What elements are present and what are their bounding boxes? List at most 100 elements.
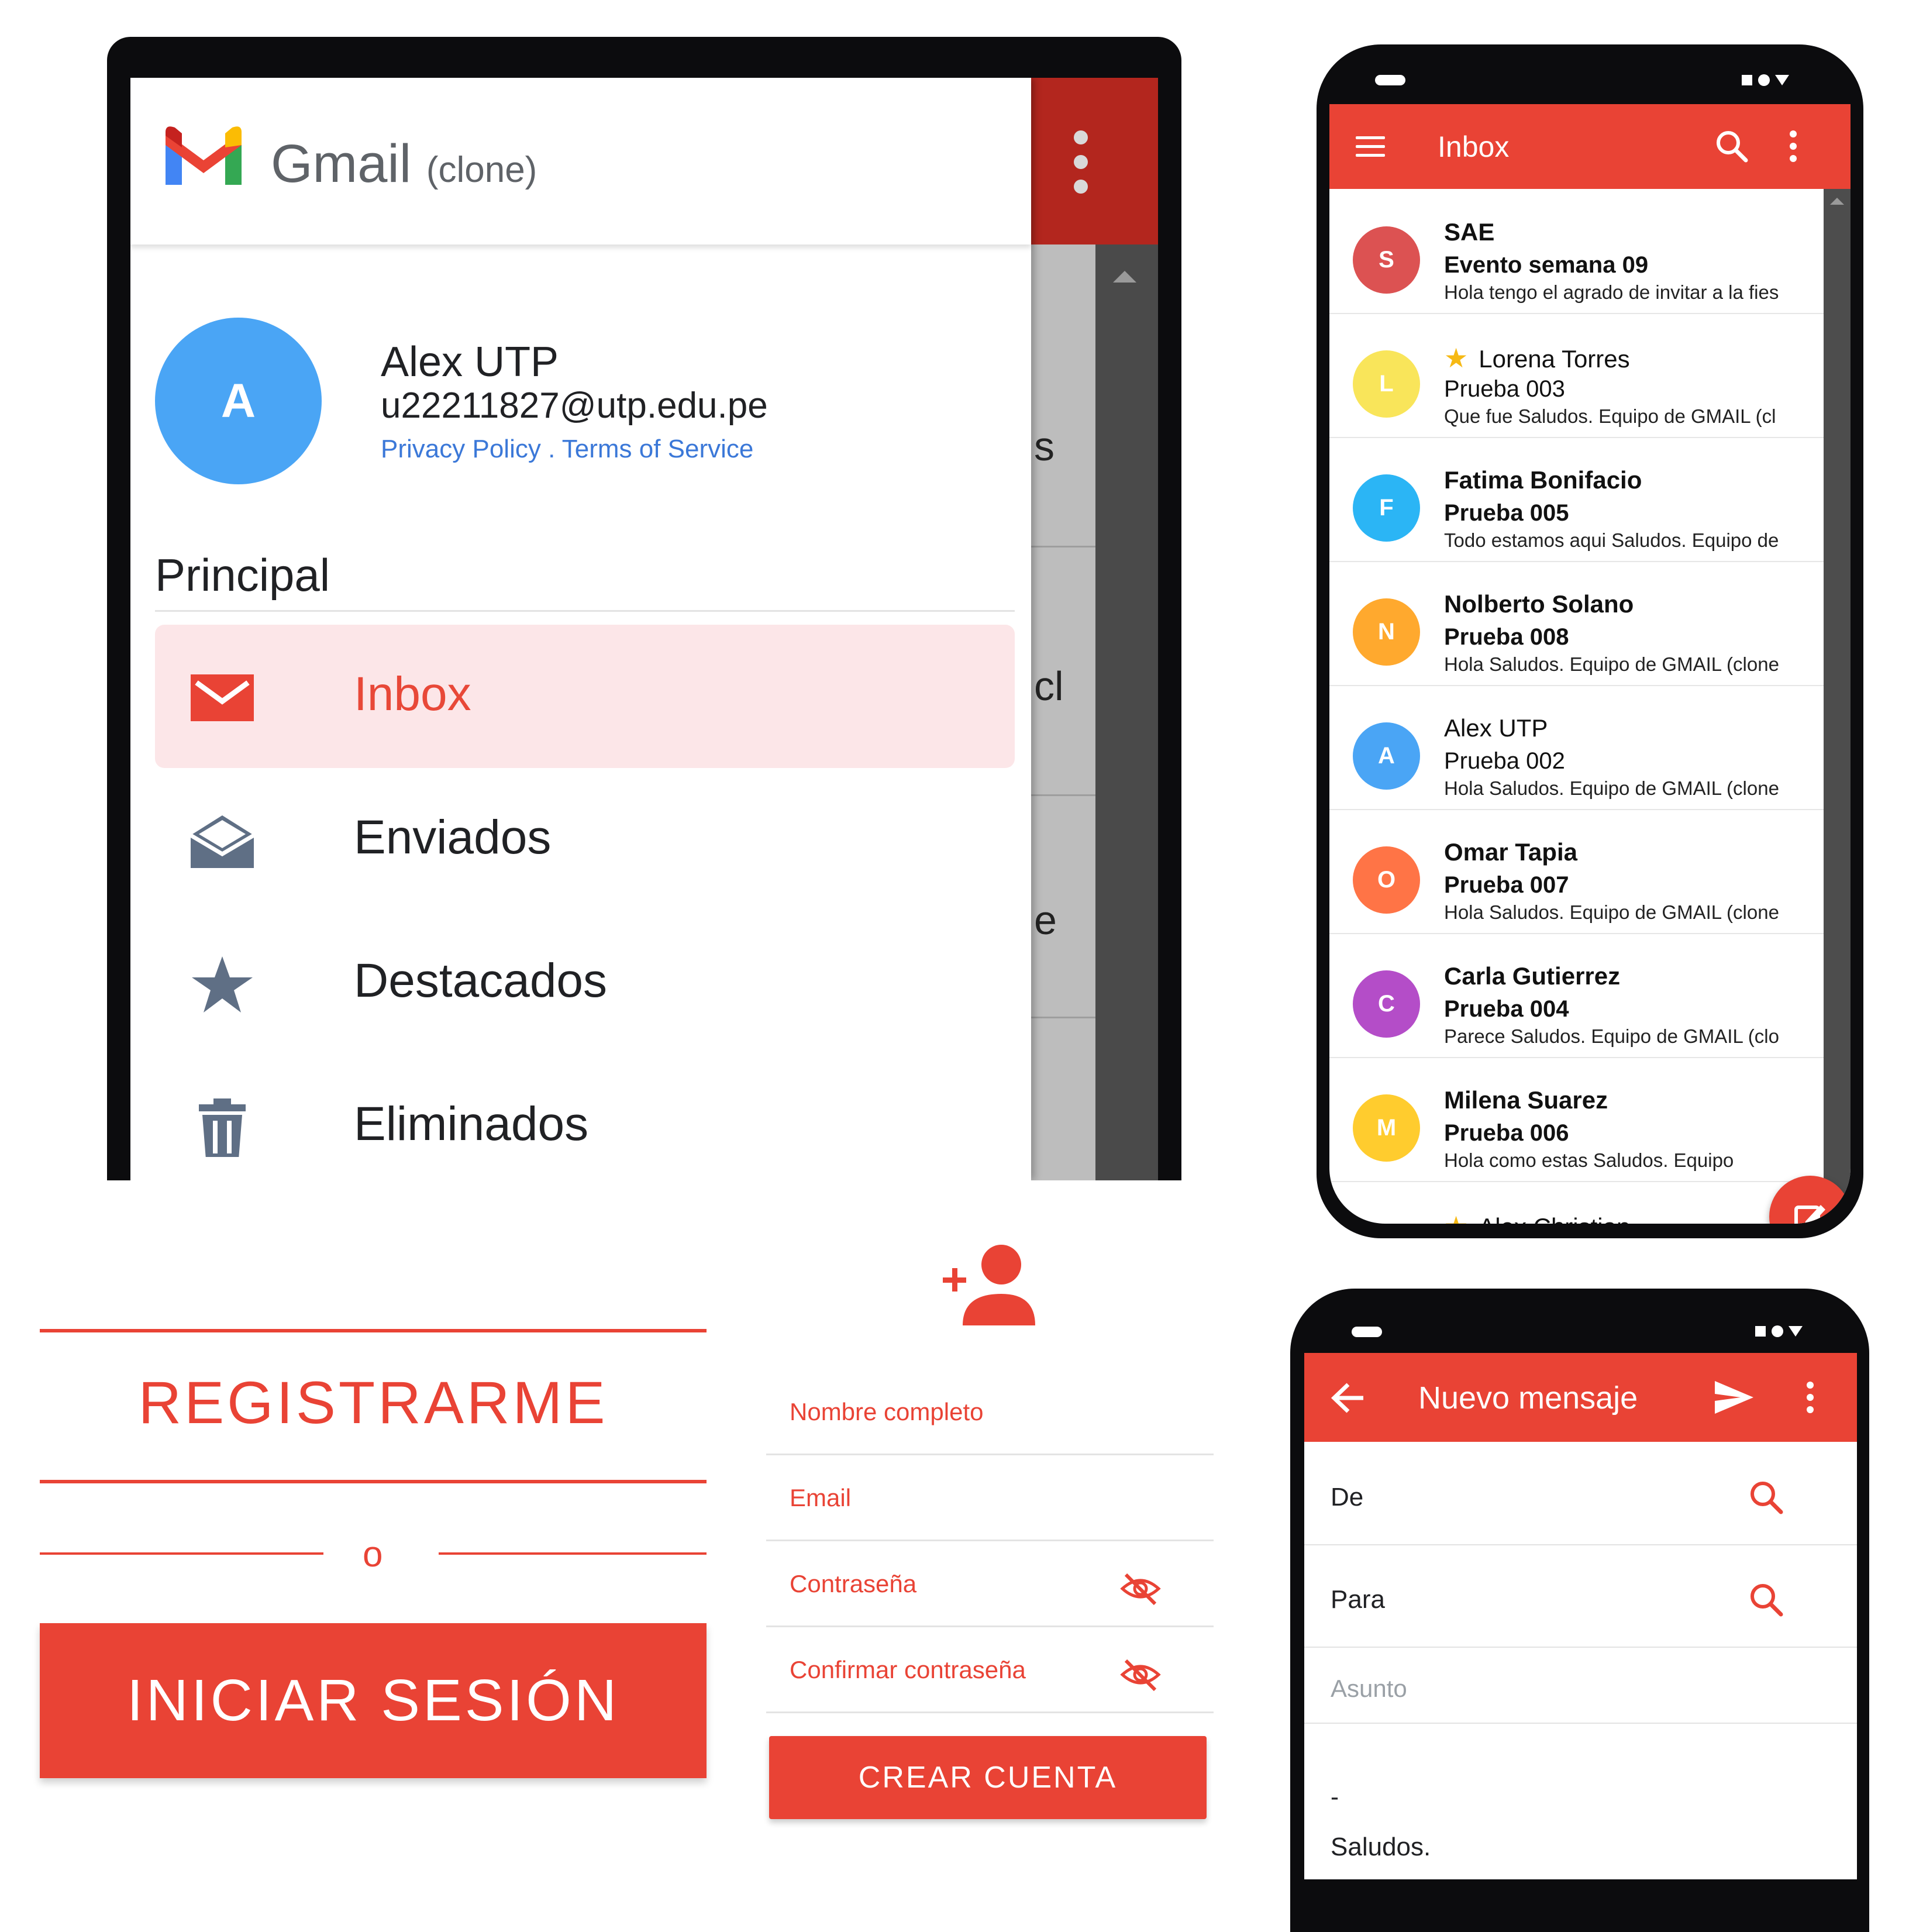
- preview: Hola como estas Saludos. Equipo: [1444, 1149, 1734, 1171]
- background-list: [1031, 244, 1095, 1180]
- subject-placeholder: Asunto: [1331, 1675, 1407, 1702]
- page-title: Nuevo mensaje: [1418, 1380, 1638, 1416]
- link-separator: .: [540, 435, 562, 463]
- inbox-screen: Inbox S SAE Evento semana 09 Hola tengo el …: [1329, 104, 1851, 1224]
- signal-icon: [1775, 75, 1789, 85]
- subject-input[interactable]: Asunto: [1304, 1647, 1857, 1724]
- list-item[interactable]: O Omar Tapia Prueba 007 Hola Saludos. Equip…: [1329, 809, 1824, 934]
- list-item[interactable]: F Fatima Bonifacio Prueba 005 Todo estamos …: [1329, 437, 1824, 562]
- background-divider: [1031, 1017, 1095, 1018]
- back-arrow-icon[interactable]: [1331, 1382, 1366, 1414]
- sender-label: Alex UTP: [1444, 714, 1548, 742]
- sender-label: Omar Tapia: [1444, 838, 1577, 866]
- sender-name: Alex UTP: [1444, 714, 1548, 742]
- avatar: N: [1353, 598, 1420, 666]
- subject: Prueba 004: [1444, 996, 1569, 1022]
- sender-name: Omar Tapia: [1444, 838, 1577, 866]
- avatar[interactable]: A: [155, 318, 322, 484]
- background-divider: [1031, 794, 1095, 796]
- edit-icon: [1794, 1205, 1825, 1224]
- search-icon[interactable]: [1714, 129, 1749, 164]
- star-icon[interactable]: ★: [1444, 1211, 1468, 1224]
- email-field[interactable]: Email: [766, 1455, 1214, 1541]
- search-icon[interactable]: [1749, 1480, 1784, 1515]
- menu-icon[interactable]: [1356, 136, 1385, 160]
- preview: Que fue Saludos. Equipo de GMAIL (cl: [1444, 405, 1776, 427]
- confirm-password-field[interactable]: Confirmar contraseña: [766, 1627, 1214, 1713]
- nav-item-inbox[interactable]: Inbox: [155, 625, 1015, 768]
- terms-of-service-link[interactable]: Terms of Service: [562, 435, 754, 463]
- subject: Evento semana 09: [1444, 252, 1649, 278]
- from-field[interactable]: De: [1304, 1442, 1857, 1545]
- scroll-up-arrow-icon[interactable]: [1113, 271, 1136, 283]
- nav-item-eliminados[interactable]: Eliminados: [155, 1055, 1015, 1180]
- to-field[interactable]: Para: [1304, 1544, 1857, 1648]
- field-label: Contraseña: [790, 1570, 917, 1597]
- preview: Todo estamos aqui Saludos. Equipo de: [1444, 529, 1779, 551]
- login-button[interactable]: INICIAR SESIÓN: [40, 1623, 707, 1778]
- section-title: Principal: [155, 549, 330, 601]
- register-top-border: [40, 1329, 707, 1332]
- sender-label: Lorena Torres: [1479, 345, 1630, 373]
- search-icon[interactable]: [1749, 1582, 1784, 1617]
- nav-item-destacados[interactable]: Destacados: [155, 911, 1015, 1055]
- status-icon: [1742, 75, 1752, 85]
- register-bottom-border: [40, 1480, 707, 1483]
- scrollbar[interactable]: [1095, 244, 1158, 1180]
- list-item[interactable]: M Milena Suarez Prueba 006 Hola como estas …: [1329, 1057, 1824, 1182]
- subject: Prueba 003: [1444, 376, 1565, 402]
- sender-label: Carla Gutierrez: [1444, 962, 1621, 990]
- subject: Prueba 005: [1444, 500, 1569, 526]
- sender-name: ★ Lorena Torres: [1444, 342, 1630, 374]
- avatar: L: [1353, 350, 1420, 418]
- camera-pill: [1375, 75, 1405, 85]
- preview: Hola Saludos. Equipo de GMAIL (clone: [1444, 777, 1779, 799]
- navigation-drawer: Gmail (clone) A Alex UTP u22211827@utp.e…: [130, 78, 1031, 1180]
- field-label: Email: [790, 1484, 852, 1511]
- camera-pill: [1352, 1327, 1382, 1337]
- privacy-policy-link[interactable]: Privacy Policy: [381, 435, 541, 463]
- page-title: Inbox: [1438, 130, 1510, 163]
- register-button[interactable]: REGISTRARME: [40, 1369, 707, 1437]
- divider-left: [40, 1552, 323, 1555]
- subject: Prueba 006: [1444, 1120, 1569, 1146]
- list-item[interactable]: ★ Alex Christian: [1329, 1181, 1824, 1224]
- avatar: C: [1353, 970, 1420, 1038]
- scroll-up-arrow-icon[interactable]: [1830, 198, 1844, 205]
- or-separator: o: [363, 1534, 383, 1575]
- signal-icon: [1789, 1326, 1803, 1337]
- sender-label: Fatima Bonifacio: [1444, 466, 1642, 494]
- app-title: Gmail (clone): [271, 133, 537, 195]
- scrollbar[interactable]: [1824, 189, 1851, 1224]
- app-name: Gmail: [271, 134, 412, 194]
- list-item[interactable]: C Carla Gutierrez Prueba 004 Parece Saludos…: [1329, 933, 1824, 1058]
- password-field[interactable]: Contraseña: [766, 1541, 1214, 1627]
- drawer-phone-frame: s cl e Gmail (clone) A Alex UTP u2221182…: [107, 37, 1181, 1180]
- fullname-field[interactable]: Nombre completo: [766, 1369, 1214, 1455]
- visibility-off-icon[interactable]: [1120, 1657, 1161, 1692]
- sender-name: Carla Gutierrez: [1444, 962, 1620, 990]
- more-vert-icon[interactable]: [1801, 1380, 1819, 1415]
- section-divider: [155, 610, 1015, 612]
- mail-icon: [191, 674, 254, 721]
- list-item[interactable]: A Alex UTP Prueba 002 Hola Saludos. Equipo …: [1329, 685, 1824, 810]
- create-account-button[interactable]: CREAR CUENTA: [769, 1736, 1207, 1819]
- body-text-line[interactable]: -: [1331, 1783, 1339, 1811]
- more-vert-icon[interactable]: [1784, 129, 1802, 164]
- sender-label: Nolberto Solano: [1444, 590, 1634, 618]
- more-vert-icon[interactable]: [1072, 130, 1090, 195]
- body-text-line[interactable]: Saludos.: [1331, 1833, 1431, 1862]
- list-item[interactable]: N Nolberto Solano Prueba 008 Hola Saludos. …: [1329, 561, 1824, 686]
- avatar: A: [1353, 722, 1420, 790]
- list-item[interactable]: L ★ Lorena Torres Prueba 003 Que fue Saludos…: [1329, 313, 1824, 438]
- status-icon: [1772, 1325, 1783, 1337]
- list-item[interactable]: S SAE Evento semana 09 Hola tengo el agrado…: [1329, 189, 1824, 314]
- subject: Prueba 008: [1444, 624, 1569, 650]
- star-icon[interactable]: ★: [1444, 343, 1468, 373]
- send-icon[interactable]: [1714, 1380, 1755, 1415]
- visibility-off-icon[interactable]: [1120, 1571, 1161, 1606]
- compose-screen: Nuevo mensaje De Para Asunto - Saludos.: [1304, 1353, 1857, 1879]
- background-app-bar: [1031, 78, 1158, 244]
- policy-links: Privacy Policy . Terms of Service: [381, 435, 753, 464]
- nav-item-enviados[interactable]: Enviados: [155, 768, 1015, 911]
